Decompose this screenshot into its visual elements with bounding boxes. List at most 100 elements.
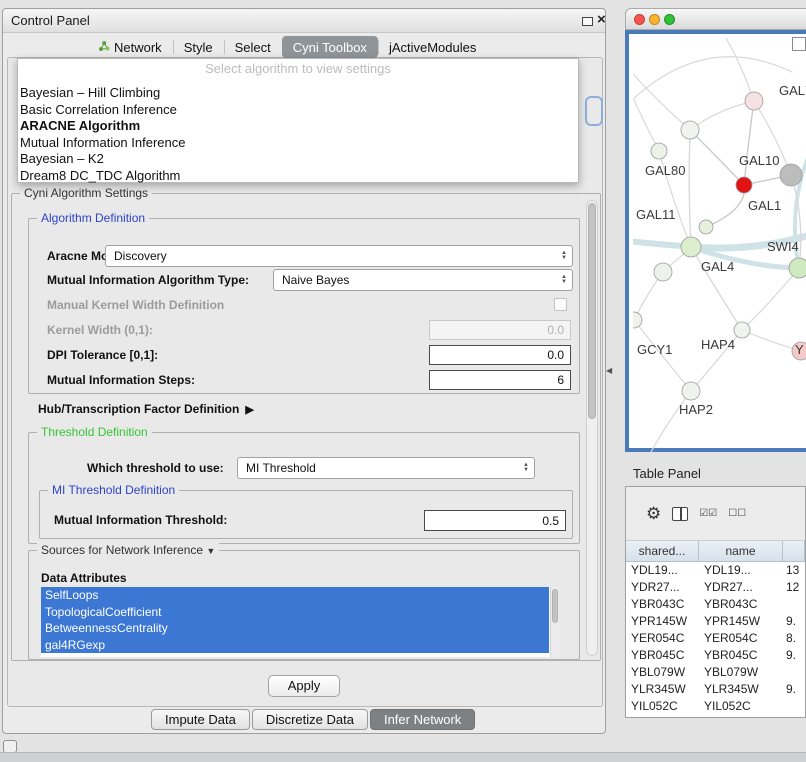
float-window-icon[interactable] [582,17,593,26]
tab-jactivemodules[interactable]: jActiveModules [378,36,487,58]
network-node[interactable] [789,258,806,278]
table-row[interactable]: YPR145WYPR145W9. [626,613,805,630]
algorithm-option[interactable]: ARACNE Algorithm [18,118,578,135]
network-node[interactable] [633,312,642,328]
network-edge[interactable] [633,240,682,246]
network-node[interactable] [780,164,802,186]
network-node[interactable] [681,121,699,139]
network-node[interactable] [734,322,750,338]
hub-definition-toggle[interactable]: Hub/Transcription Factor Definition▶ [38,402,254,416]
tab-label: jActiveModules [389,40,476,55]
sources-legend-label: Sources for Network Inference [41,543,203,557]
manual-kernel-checkbox[interactable] [554,298,567,311]
network-edge[interactable] [689,130,691,247]
control-panel-titlebar[interactable]: Control Panel × [3,9,605,33]
data-attribute-item[interactable]: BetweennessCentrality [41,620,549,637]
algorithm-dropdown-list: Bayesian – Hill ClimbingBasic Correlatio… [18,85,578,184]
network-edge[interactable] [633,57,792,104]
settings-scrollbar-thumb[interactable] [588,203,596,419]
data-attribute-item[interactable]: TopologicalCoefficient [41,604,549,621]
bottom-tab-discretize-data[interactable]: Discretize Data [252,709,368,730]
network-edge[interactable] [650,391,691,452]
tab-network[interactable]: Network [87,36,173,58]
table-row[interactable]: YDL19...YDL19...13 [626,562,805,579]
network-edge[interactable] [726,38,754,101]
algorithm-option[interactable]: Basic Correlation Inference [18,102,578,119]
algorithm-option[interactable]: Bayesian – Hill Climbing [18,85,578,102]
splitter-collapse-icon[interactable]: ◀ [606,366,612,375]
network-node[interactable] [745,92,763,110]
attributes-scrollbar[interactable] [550,587,559,657]
network-canvas-svg[interactable]: GAL7GAL80GAL10GAL11GAL1SWI4GAL4GCY1HAP4Y… [633,38,806,452]
threshold-definition-legend: Threshold Definition [37,425,152,439]
algorithm-dropdown-placeholder[interactable]: Select algorithm to view settings [18,59,578,78]
close-traffic-light[interactable] [634,14,645,25]
aracne-mode-select[interactable]: Discovery ▲▼ [105,245,573,267]
column-header[interactable]: name [699,541,783,562]
attributes-scrollbar-thumb[interactable] [552,589,558,623]
table-cell [783,596,805,613]
node-label: GAL4 [701,259,734,274]
table-panel-title: Table Panel [633,466,701,481]
close-window-icon[interactable]: × [597,11,606,28]
mi-threshold-field[interactable] [424,510,566,531]
tab-style[interactable]: Style [173,36,224,58]
combo-down-icon: ▼ [523,468,529,473]
tab-label: Network [114,40,162,55]
network-node[interactable] [682,382,700,400]
tab-label: Cyni Toolbox [293,40,367,55]
network-edge[interactable] [690,101,754,130]
tab-cyni-toolbox[interactable]: Cyni Toolbox [282,36,378,58]
column-header[interactable]: shared... [626,541,699,562]
table-row[interactable]: YER054CYER054C8. [626,630,805,647]
network-edge[interactable] [634,100,659,151]
table-row[interactable]: YBL079WYBL079W [626,664,805,681]
network-node[interactable] [651,143,667,159]
network-node[interactable] [681,237,701,257]
gear-icon[interactable]: ⚙ [646,504,661,524]
network-window-titlebar[interactable] [625,8,806,30]
network-node[interactable] [736,177,752,193]
apply-button[interactable]: Apply [268,675,340,697]
dpi-tolerance-field[interactable] [429,345,571,365]
select-all-columns-icon[interactable]: ☑☑ [699,508,717,519]
network-edge[interactable] [744,101,754,185]
network-node[interactable] [654,263,672,281]
table-row[interactable]: YIL052CYIL052C [626,698,805,715]
data-attribute-item[interactable]: gal4RGexp [41,637,549,654]
settings-scrollbar[interactable] [586,200,598,656]
table-cell: 9. [783,613,805,630]
network-edge[interactable] [742,268,799,330]
bottom-tab-impute-data[interactable]: Impute Data [151,709,250,730]
zoom-traffic-light[interactable] [664,14,675,25]
collapse-down-icon: ▼ [206,546,215,556]
network-edge[interactable] [690,130,744,185]
sources-legend[interactable]: Sources for Network Inference ▼ [37,543,219,557]
tab-label: Select [235,40,271,55]
table-cell: 9. [783,681,805,698]
algorithm-option[interactable]: Mutual Information Inference [18,135,578,152]
table-cell: YBR043C [626,596,699,613]
table-row[interactable]: YLR345WYLR345W9. [626,681,805,698]
mi-steps-field[interactable] [429,370,571,390]
scrollbar-focus-fragment [585,96,603,126]
canvas-corner-widget[interactable] [792,37,806,51]
deselect-all-columns-icon[interactable]: ☐☐ [728,508,746,519]
column-header[interactable] [783,541,805,562]
mi-type-select[interactable]: Naive Bayes ▲▼ [273,269,573,291]
columns-icon[interactable] [672,507,688,521]
network-node[interactable] [699,220,713,234]
table-row[interactable]: YBR043CYBR043C [626,596,805,613]
algorithm-option[interactable]: Dream8 DC_TDC Algorithm [18,168,578,185]
tab-select[interactable]: Select [224,36,282,58]
data-attribute-item[interactable]: SelfLoops [41,587,549,604]
table-cell [783,698,805,715]
mi-type-value: Naive Bayes [282,273,349,287]
table-row[interactable]: YBR045CYBR045C9. [626,647,805,664]
algorithm-option[interactable]: Bayesian – K2 [18,151,578,168]
which-threshold-select[interactable]: MI Threshold ▲▼ [237,457,535,479]
minimize-traffic-light[interactable] [649,14,660,25]
network-edge[interactable] [633,66,690,130]
bottom-tab-infer-network[interactable]: Infer Network [370,709,475,730]
table-row[interactable]: YDR27...YDR27...12 [626,579,805,596]
